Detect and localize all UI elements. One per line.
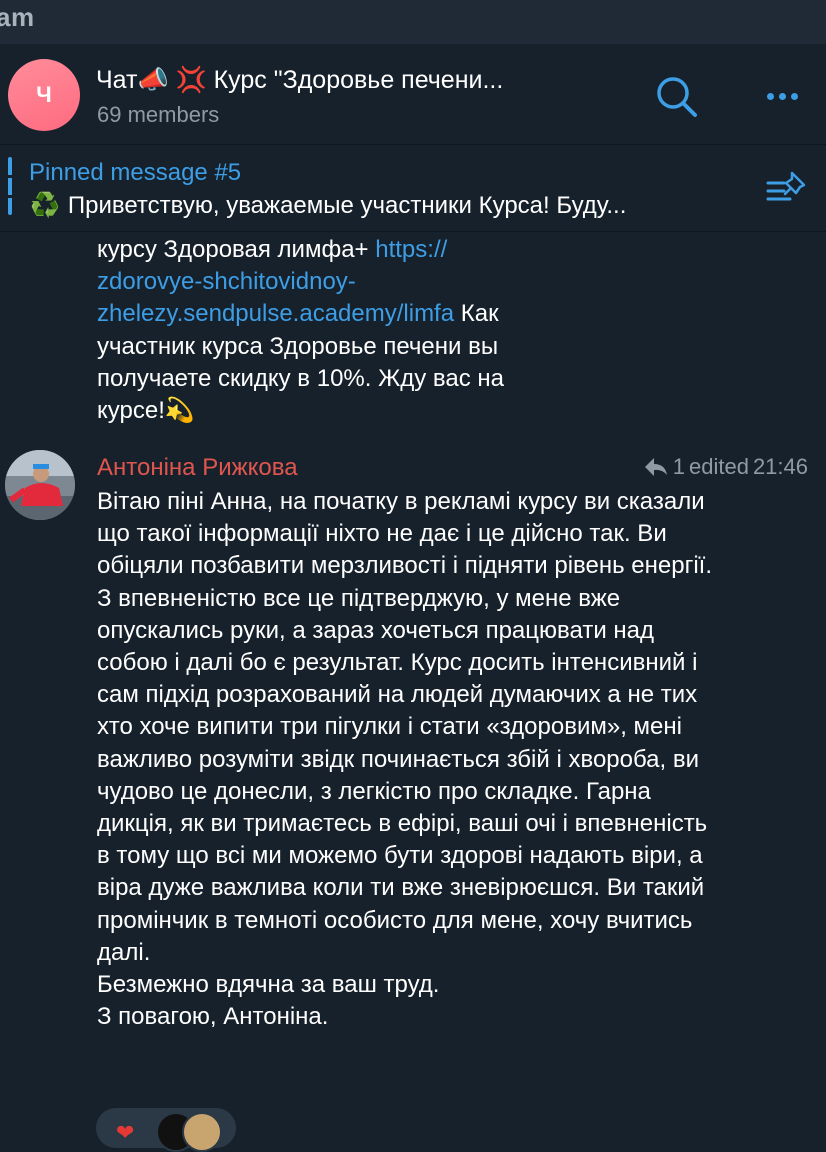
message-text-line: Безмежно вдячна за ваш труд. [97, 971, 440, 999]
chat-title[interactable]: Чат📣 💢 Курс "Здоровье печени... [96, 66, 503, 95]
message-text: Вітаю піні Анна, на початку в рекламі ку… [97, 488, 713, 966]
pin-list-icon [766, 171, 806, 201]
more-options-button[interactable] [758, 76, 806, 116]
heart-icon: ❤ [116, 1120, 135, 1145]
link-part[interactable]: zdorovye-shchitovidnoy- [97, 268, 356, 295]
reply-icon [644, 458, 667, 476]
pinned-preview: Приветствую, уважаемые участники Курса! … [67, 192, 627, 219]
edited-label: edited [688, 454, 749, 479]
avatar-photo [5, 450, 75, 520]
window-top-bar: am [0, 0, 826, 44]
recycle-icon: ♻️ [30, 192, 60, 219]
message-meta: 1 edited 21:46 [643, 454, 808, 480]
chat-header[interactable]: Ч Чат📣 💢 Курс "Здоровье печени... 69 mem… [0, 44, 826, 144]
reactor-avatar [182, 1112, 222, 1152]
message-list[interactable]: курсу Здоровая лимфа+ https:// zdorovye-s… [0, 232, 826, 1152]
chat-member-count: 69 members [97, 102, 220, 127]
more-dot [778, 92, 786, 100]
sender-name[interactable]: Антоніна Рижкова [97, 454, 298, 482]
link-part[interactable]: https:// [375, 236, 447, 263]
reply-count[interactable]: 1 [673, 454, 685, 480]
message-time: 21:46 [752, 454, 808, 479]
message-bubble: Вітаю піні Анна, на початку в рекламі ку… [97, 486, 717, 1033]
pinned-indicator [8, 157, 12, 215]
more-dots-icon [766, 92, 774, 100]
pinned-message-bar[interactable]: Pinned message #5 ♻️ Приветствую, уважаем… [0, 145, 826, 231]
chat-avatar[interactable]: Ч [8, 59, 80, 131]
search-icon [657, 77, 697, 117]
pinned-title: Pinned message #5 [29, 159, 242, 186]
search-button[interactable] [652, 72, 700, 120]
pinned-text: ♻️ Приветствую, уважаемые участники Курса… [30, 191, 750, 220]
pinned-list-button[interactable] [766, 169, 810, 209]
more-dot [790, 92, 798, 100]
message-text: курсу Здоровая лимфа+ [97, 236, 376, 263]
reaction-chip[interactable]: ❤ [96, 1108, 236, 1152]
sender-avatar[interactable] [5, 450, 75, 520]
message-bubble: курсу Здоровая лимфа+ https:// zdorovye-s… [97, 234, 577, 427]
message-text-line: З повагою, Антоніна. [97, 1003, 329, 1031]
app-title: am [0, 2, 35, 32]
link-part[interactable]: zhelezy.sendpulse.academy/limfa [97, 300, 454, 327]
